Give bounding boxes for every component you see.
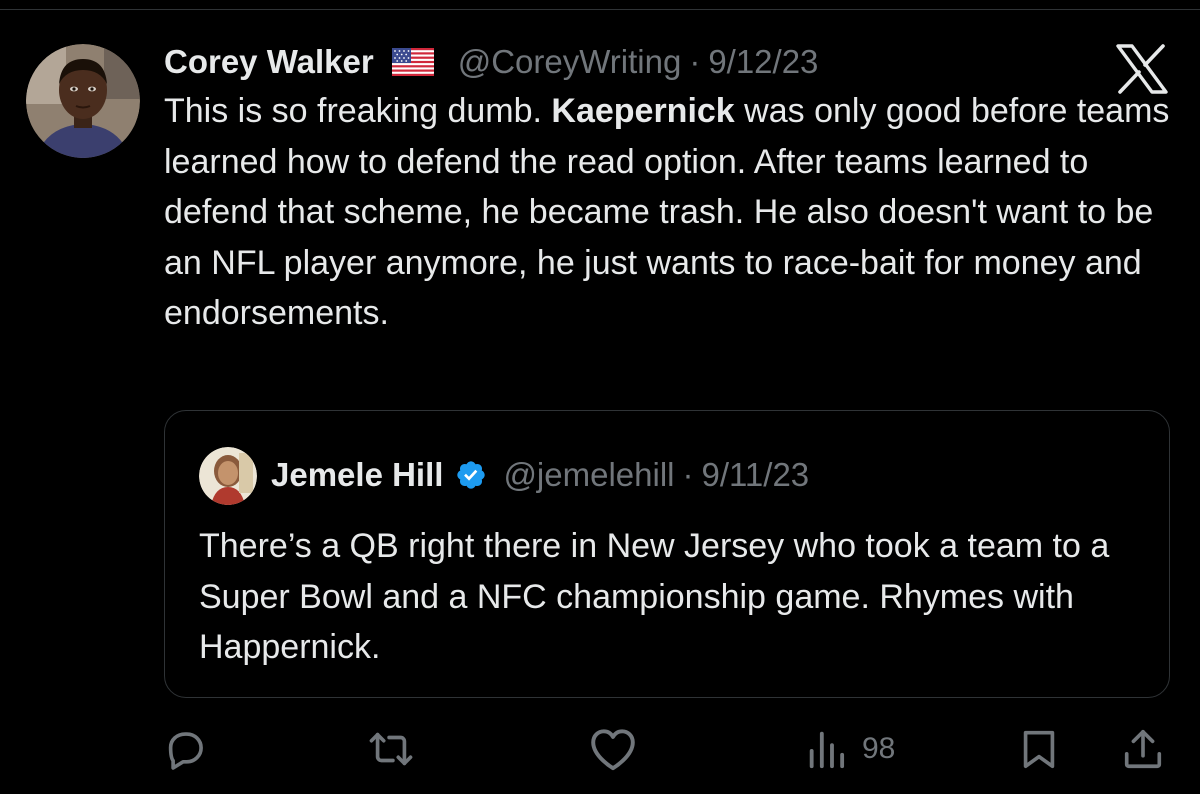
tweet-text: This is so freaking dumb. Kaepernick was… (164, 86, 1174, 339)
quoted-tweet-date[interactable]: 9/11/23 (702, 456, 810, 494)
tweet-header: Corey Walker @CoreyWriting · 9/12/23 (164, 40, 818, 84)
author-name[interactable]: Corey Walker (164, 43, 374, 81)
quoted-tweet-card[interactable]: Jemele Hill @jemelehill · 9/11/23 There’… (164, 410, 1170, 698)
quoted-author-name[interactable]: Jemele Hill (271, 456, 443, 494)
us-flag-icon (391, 48, 434, 76)
quoted-tweet-text: There’s a QB right there in New Jersey w… (199, 527, 1110, 666)
views-count: 98 (862, 732, 896, 765)
separator-dot: · (682, 456, 694, 493)
retweet-button[interactable] (368, 726, 414, 772)
tweet-date[interactable]: 9/12/23 (708, 43, 818, 81)
bookmark-button[interactable] (1016, 726, 1062, 772)
heart-icon (588, 726, 638, 772)
reply-button[interactable] (162, 726, 208, 772)
views-icon (804, 726, 850, 772)
top-divider (0, 9, 1200, 10)
quoted-author-avatar[interactable] (199, 447, 257, 505)
tweet-text-part: This is so freaking dumb. (164, 92, 552, 130)
verified-badge-icon (455, 459, 487, 491)
share-button[interactable] (1120, 726, 1166, 772)
reply-icon (162, 726, 208, 772)
quoted-author-handle[interactable]: @jemelehill (503, 456, 674, 494)
bookmark-icon (1016, 726, 1062, 772)
separator-dot: · (689, 43, 701, 80)
share-icon (1120, 726, 1166, 772)
tweet-text-bold: Kaepernick (551, 92, 735, 130)
author-handle[interactable]: @CoreyWriting (458, 43, 682, 81)
quoted-tweet-header: Jemele Hill @jemelehill · 9/11/23 (271, 455, 809, 495)
views-button[interactable]: 98 (804, 726, 895, 772)
like-button[interactable] (588, 726, 638, 772)
author-avatar[interactable] (26, 44, 140, 158)
retweet-icon (368, 726, 414, 772)
